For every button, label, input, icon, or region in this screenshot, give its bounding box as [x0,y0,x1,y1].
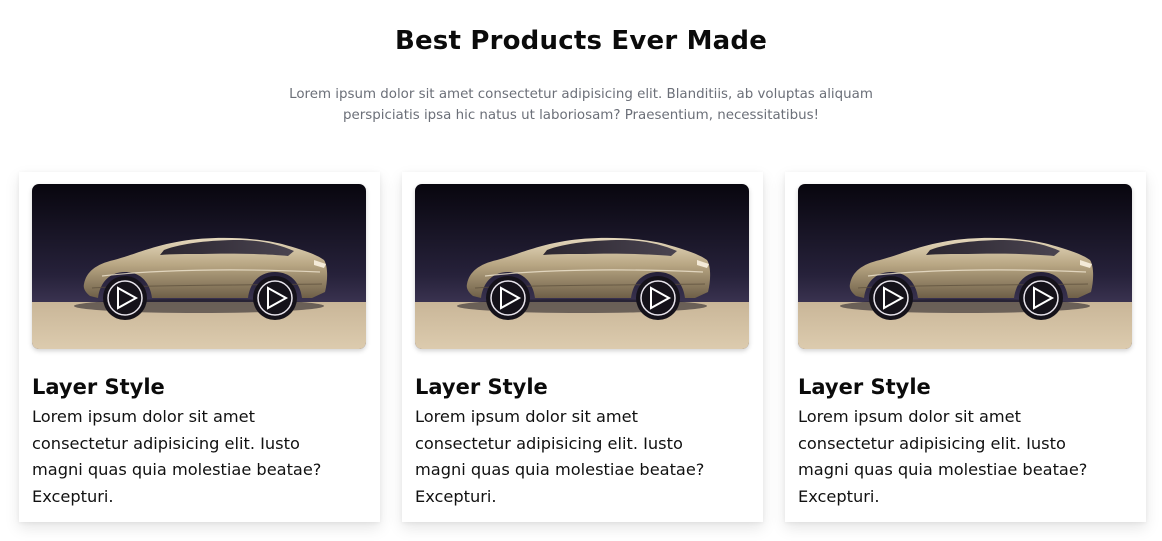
card-description: Lorem ipsum dolor sit amet consectetur a… [415,407,705,506]
card-image [415,184,749,349]
car-image [798,184,1132,349]
card-title: Layer Style [415,375,548,399]
card-description: Lorem ipsum dolor sit amet consectetur a… [32,407,322,506]
card-image [798,184,1132,349]
car-image [32,184,366,349]
section-subtitle: Lorem ipsum dolor sit amet consectetur a… [289,87,873,123]
card-title: Layer Style [798,375,931,399]
car-image [415,184,749,349]
product-card: Layer Style Lorem ipsum dolor sit amet c… [402,172,763,522]
section-title: Best Products Ever Made [394,26,768,56]
card-description: Lorem ipsum dolor sit amet consectetur a… [798,407,1088,506]
product-card: Layer Style Lorem ipsum dolor sit amet c… [785,172,1146,522]
card-title: Layer Style [32,375,165,399]
card-image [32,184,366,349]
product-card: Layer Style Lorem ipsum dolor sit amet c… [19,172,380,522]
